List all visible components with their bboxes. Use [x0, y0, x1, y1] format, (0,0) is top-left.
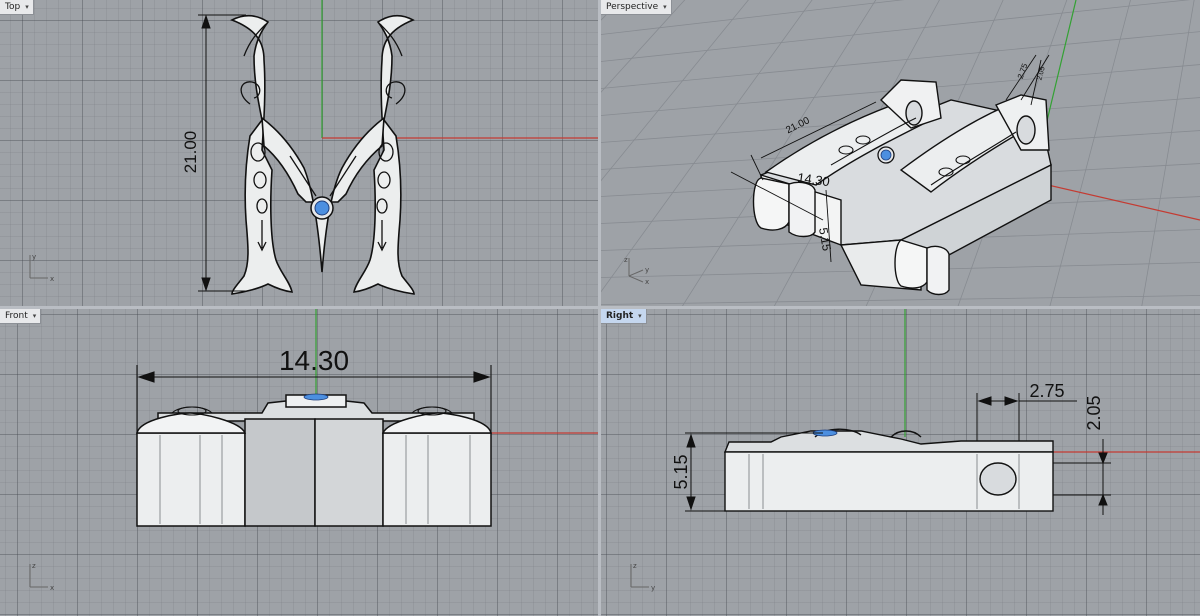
perspective-scene: 21.00 14.30 5.15 2.75 2.05: [601, 0, 1200, 306]
axis-triad-icon: z x: [29, 562, 54, 592]
svg-text:y: y: [32, 253, 36, 261]
dimension-thickness-text: 5.15: [671, 454, 691, 489]
dimension-hole-offset-text: 2.75: [1029, 381, 1064, 401]
viewport-front[interactable]: Front ▾ 14.30 z x: [0, 309, 598, 616]
svg-text:x: x: [50, 275, 54, 283]
pendant-side-model: [723, 428, 1054, 512]
svg-text:z: z: [624, 256, 628, 264]
viewport-label: Perspective: [606, 2, 659, 12]
gem-stone: [314, 200, 330, 216]
top-view-scene: 21.00: [181, 0, 598, 295]
chevron-down-icon[interactable]: ▾: [33, 309, 37, 323]
letter-m-model: [230, 14, 415, 295]
right-view-scene: 5.15 2.75 2.05: [671, 309, 1200, 515]
axis-triad-icon: z y x: [624, 256, 649, 286]
viewport-title-top[interactable]: Top ▾: [0, 0, 34, 15]
dimension-hole-size-text: 2.05: [1036, 66, 1046, 81]
front-view-scene: 14.30: [136, 309, 598, 527]
svg-text:y: y: [651, 584, 655, 592]
dimension-hole-offset-text: 2.75: [1016, 62, 1030, 80]
gem-stone: [303, 393, 329, 401]
chevron-down-icon[interactable]: ▾: [663, 0, 667, 14]
axis-triad-icon: z y: [630, 562, 655, 592]
svg-text:x: x: [645, 278, 649, 286]
axis-triad-icon: y x: [29, 253, 54, 283]
dimension-height-text: 21.00: [181, 131, 200, 174]
viewport-title-front[interactable]: Front ▾: [0, 309, 42, 324]
dimension-thickness-text: 5.15: [816, 227, 834, 253]
dimension-width-text: 14.30: [279, 345, 349, 376]
dimension-height-lines: [198, 14, 246, 292]
y-axis-line: [1045, 0, 1077, 126]
viewport-title-perspective[interactable]: Perspective ▾: [601, 0, 672, 15]
viewport-label: Top: [5, 2, 21, 12]
viewport-label: Right: [606, 311, 634, 321]
dimension-hole-size-text: 2.05: [1084, 395, 1104, 430]
chevron-down-icon[interactable]: ▾: [25, 0, 29, 14]
viewport-top[interactable]: Top ▾ 21.00 y x: [0, 0, 598, 306]
dimension-height-text: 21.00: [784, 115, 812, 136]
viewport-title-right[interactable]: Right ▾: [601, 309, 647, 324]
svg-text:z: z: [633, 562, 637, 570]
viewport-label: Front: [5, 311, 28, 321]
svg-text:y: y: [645, 266, 649, 274]
svg-text:x: x: [50, 584, 54, 592]
svg-text:z: z: [32, 562, 36, 570]
gem-stone: [880, 149, 892, 161]
chevron-down-icon[interactable]: ▾: [638, 309, 642, 323]
dimension-hole-size-lines: [1053, 439, 1111, 515]
viewport-right[interactable]: Right ▾ 5.15 2.75 2.05 z y: [601, 309, 1200, 616]
viewport-perspective[interactable]: Perspective ▾ 21.00 14.30 5.15 2.75 2.05…: [601, 0, 1200, 306]
